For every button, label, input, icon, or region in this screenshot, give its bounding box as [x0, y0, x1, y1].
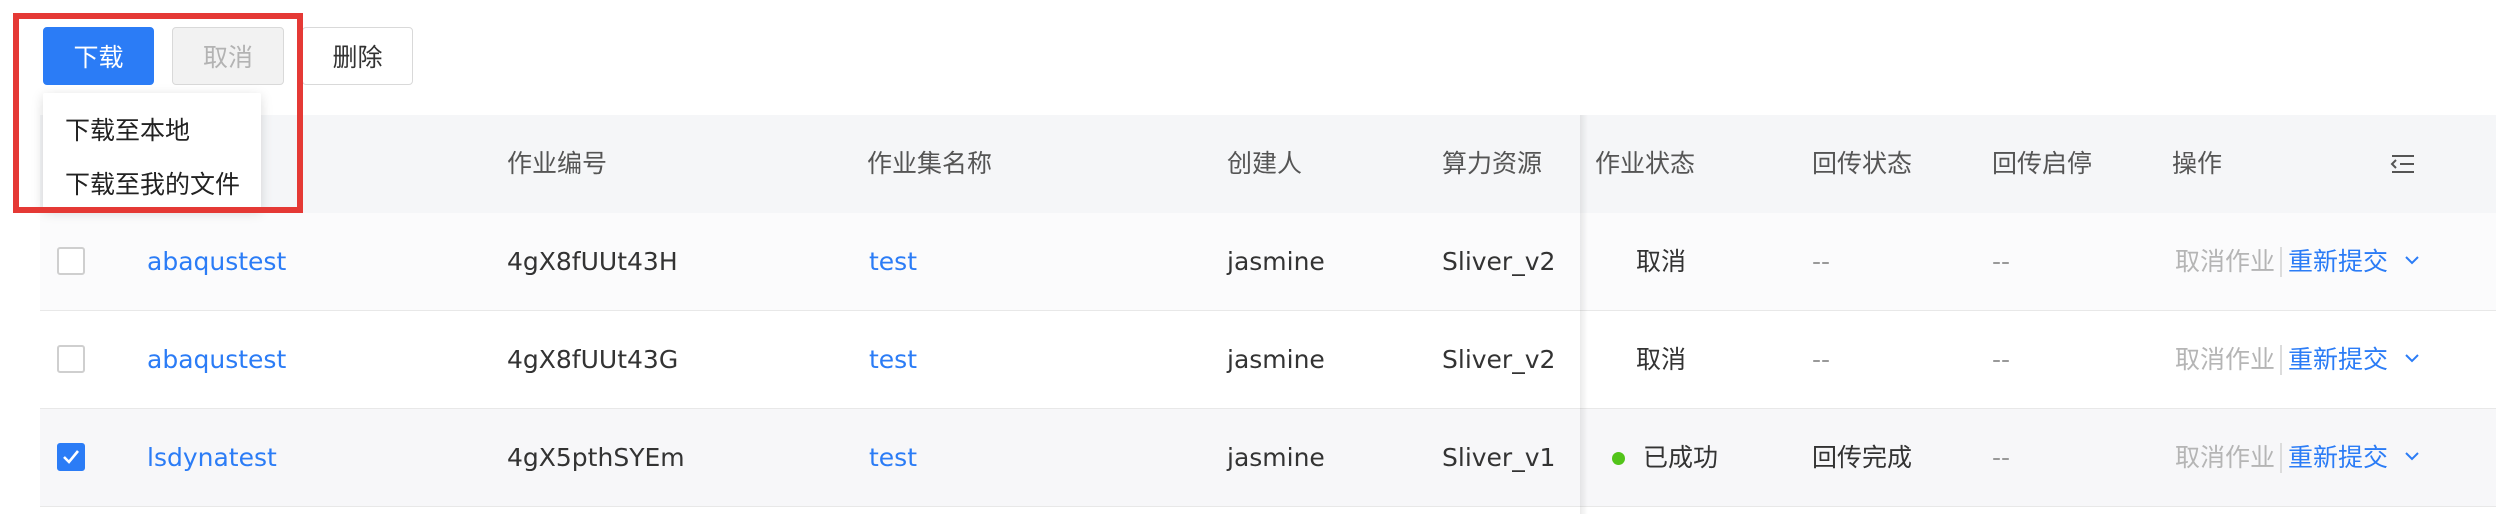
job-name-link[interactable]: lsdynatest — [147, 409, 277, 506]
menu-item-download-my-files[interactable]: 下载至我的文件 — [65, 165, 240, 201]
chevron-down-icon[interactable] — [2400, 346, 2424, 370]
return-status-cell: -- — [1812, 247, 1831, 276]
action-separator — [2280, 247, 2282, 277]
column-header-return-status[interactable]: 回传状态 — [1812, 115, 1912, 213]
column-header-job-set-name[interactable]: 作业集名称 — [867, 115, 992, 213]
action-separator — [2280, 443, 2282, 473]
column-header-compute[interactable]: 算力资源 — [1442, 115, 1542, 213]
resubmit-action[interactable]: 重新提交 — [2288, 213, 2388, 310]
cancel-job-action: 取消作业 — [2175, 247, 2276, 276]
chevron-down-icon[interactable] — [2400, 444, 2424, 468]
column-header-job-status[interactable]: 作业状态 — [1595, 115, 1695, 213]
download-dropdown-menu: 下载至本地 下载至我的文件 — [43, 93, 261, 209]
menu-item-download-local[interactable]: 下载至本地 — [65, 111, 190, 147]
table-row: abaqustest 4gX8fUUt43G test jasmine Sliv… — [40, 311, 2496, 409]
jobs-table: 作业编号 作业集名称 创建人 算力资源 作业状态 回传状态 回传启停 操作 ab… — [40, 115, 2496, 514]
column-header-return-toggle[interactable]: 回传启停 — [1992, 115, 2092, 213]
row-checkbox[interactable] — [57, 345, 85, 373]
delete-button[interactable]: 删除 — [302, 27, 413, 85]
job-id-cell: 4gX8fUUt43G — [507, 345, 679, 374]
toolbar: 下载 取消 删除 — [0, 0, 2496, 110]
status-dot-success — [1612, 452, 1625, 465]
table-row: abaqustest 4gX8fUUt43H test jasmine Sliv… — [40, 213, 2496, 311]
job-status-cell: 已成功 — [1643, 443, 1719, 472]
job-set-link[interactable]: test — [869, 213, 917, 310]
table-row: lsdynatest 4gX5pthSYEm test jasmine Sliv… — [40, 409, 2496, 507]
return-status-cell: -- — [1812, 345, 1831, 374]
row-checkbox[interactable] — [57, 247, 85, 275]
cancel-button[interactable]: 取消 — [172, 27, 284, 85]
job-set-link[interactable]: test — [869, 409, 917, 506]
column-header-actions: 操作 — [2172, 149, 2223, 178]
return-toggle-cell: -- — [1992, 247, 2011, 276]
compute-cell: Sliver_v2 — [1442, 247, 1556, 276]
chevron-down-icon[interactable] — [2400, 248, 2424, 272]
compute-cell: Sliver_v2 — [1442, 345, 1556, 374]
fixed-column-shadow — [1580, 115, 1588, 514]
resubmit-action[interactable]: 重新提交 — [2288, 409, 2388, 506]
column-header-creator[interactable]: 创建人 — [1227, 115, 1302, 213]
cancel-job-action: 取消作业 — [2175, 443, 2276, 472]
action-separator — [2280, 345, 2282, 375]
check-icon — [63, 450, 80, 464]
resubmit-action[interactable]: 重新提交 — [2288, 311, 2388, 408]
download-button[interactable]: 下载 — [43, 27, 154, 85]
creator-cell: jasmine — [1227, 247, 1325, 276]
row-checkbox[interactable] — [57, 443, 85, 471]
column-header-job-id[interactable]: 作业编号 — [507, 115, 607, 213]
job-id-cell: 4gX8fUUt43H — [507, 247, 678, 276]
job-status-cell: 取消 — [1636, 345, 1687, 374]
job-name-link[interactable]: abaqustest — [147, 213, 286, 310]
return-toggle-cell: -- — [1992, 345, 2011, 374]
job-set-link[interactable]: test — [869, 311, 917, 408]
cancel-job-action: 取消作业 — [2175, 345, 2276, 374]
table-header: 作业编号 作业集名称 创建人 算力资源 作业状态 回传状态 回传启停 操作 — [40, 115, 2496, 214]
return-toggle-cell: -- — [1992, 443, 2011, 472]
creator-cell: jasmine — [1227, 443, 1325, 472]
job-name-link[interactable]: abaqustest — [147, 311, 286, 408]
compute-cell: Sliver_v1 — [1442, 443, 1556, 472]
column-settings-icon[interactable] — [2388, 149, 2418, 179]
job-status-cell: 取消 — [1636, 247, 1687, 276]
return-status-cell: 回传完成 — [1812, 443, 1913, 472]
creator-cell: jasmine — [1227, 345, 1325, 374]
job-id-cell: 4gX5pthSYEm — [507, 443, 685, 472]
